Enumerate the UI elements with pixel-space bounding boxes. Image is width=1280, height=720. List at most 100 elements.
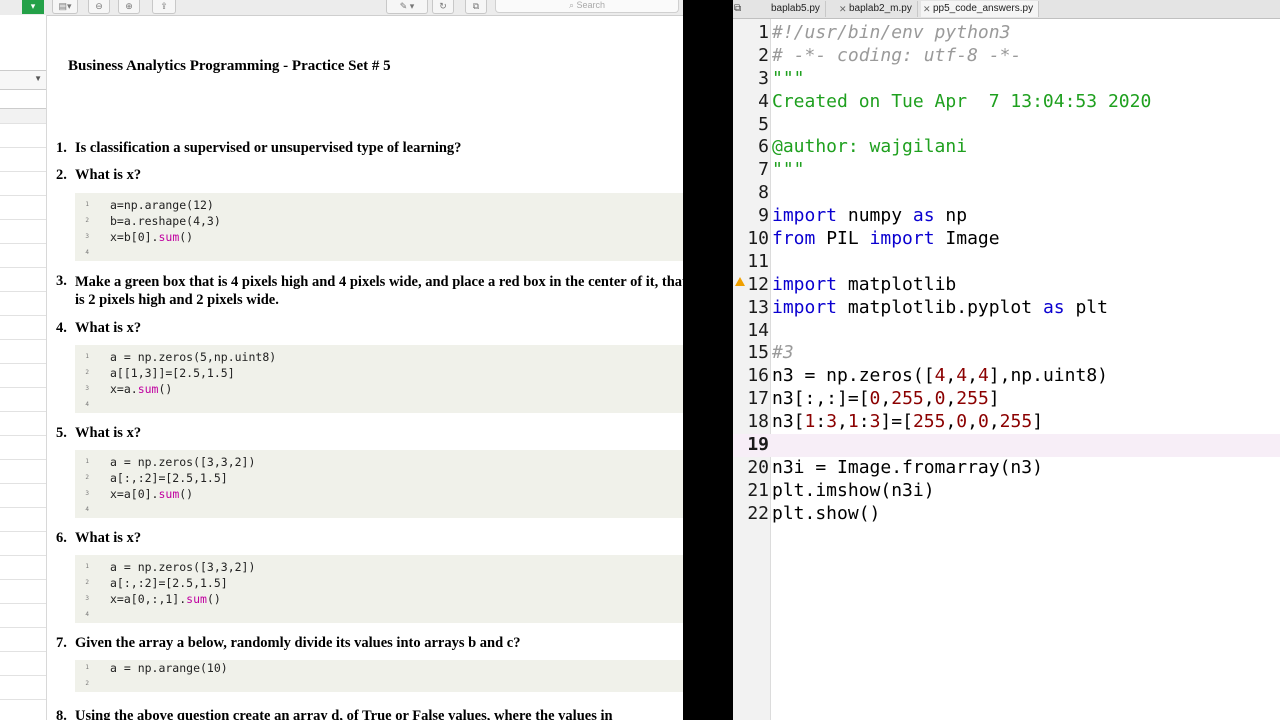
line-number: 2 [85,579,89,586]
toolbox-button[interactable]: ⧉ [465,0,487,14]
tab-list-icon[interactable]: ⧉ [734,2,748,15]
code-block-q7: 1 a = np.arange(10) 2 [75,660,683,692]
code-line: 4 [75,607,683,623]
code-text: #3 [772,342,794,364]
editor-line[interactable]: 9 import numpy as np [733,205,1280,228]
code-line: 3 x=a[0].sum() [75,486,683,502]
editor-line[interactable]: 2 # -*- coding: utf-8 -*- [733,45,1280,68]
close-icon[interactable]: ✕ [923,1,931,17]
editor-line[interactable]: 12 import matplotlib [733,274,1280,297]
code-line: 2 b=a.reshape(4,3) [75,213,683,229]
line-number: 3 [85,490,89,497]
code-text: @author: wajgilani [772,136,968,158]
code-text: """ [772,159,805,181]
line-number: 12 [747,273,769,295]
line-number: 13 [747,296,769,318]
editor-line[interactable]: 22 plt.show() [733,503,1280,526]
green-toolbar-button[interactable]: ▾ [22,0,44,14]
close-icon[interactable]: ✕ [839,1,847,17]
line-number: 4 [85,611,89,618]
question-6: 6. What is x? [56,530,141,547]
code-block-q2: 1 a=np.arange(12) 2 b=a.reshape(4,3) 3 x=b[… [75,193,683,261]
editor-line[interactable]: 17 n3[:,:]=[0,255,0,255] [733,388,1280,411]
editor-line[interactable]: 4 Created on Tue Apr 7 13:04:53 2020 [733,91,1280,114]
sidebar-header-row [0,108,46,124]
code-line: 4 [75,397,683,413]
code-text: a = np.zeros([3,3,2]) [110,560,256,574]
code-text: a = np.zeros([3,3,2]) [110,455,256,469]
editor-line[interactable]: 14 [733,320,1280,343]
editor-line[interactable]: 18 n3[1:3,1:3]=[255,0,0,255] [733,411,1280,434]
tab-baplab5[interactable]: baplab5.py [759,1,826,17]
code-text: a = np.arange(10) [110,661,228,675]
zoom-in-button[interactable]: ⊕ [118,0,140,14]
line-number: 1 [85,458,89,465]
rotate-button[interactable]: ↻ [432,0,454,14]
code-line: 2 a[:,:2]=[2.5,1.5] [75,470,683,486]
question-8: 8. Using the above question create an arr… [56,708,613,720]
page-title: Business Analytics Programming - Practic… [68,58,391,74]
editor-line[interactable]: 7 """ [733,159,1280,182]
sidebar-toggle-button[interactable]: ▤▾ [52,0,78,14]
question-5: 5. What is x? [56,425,141,442]
code-block-q5: 1 a = np.zeros([3,3,2]) 2 a[:,:2]=[2.5,1.5… [75,450,683,518]
editor-line[interactable]: 11 [733,251,1280,274]
markup-button[interactable]: ✎ ▾ [386,0,428,14]
sidebar-grid [0,123,46,720]
thumbnail-sidebar: ▼ [0,15,47,720]
tab-label: baplab5.py [771,3,820,14]
editor-line[interactable]: 1 #!/usr/bin/env python3 [733,22,1280,45]
sidebar-dropdown[interactable]: ▼ [0,70,46,90]
tab-baplab2-m[interactable]: ✕ baplab2_m.py [837,1,918,17]
line-number: 2 [758,44,769,66]
window-gap [683,0,733,720]
code-text: x=a[0,:,1].sum() [110,592,221,606]
editor-line[interactable]: 6 @author: wajgilani [733,136,1280,159]
code-text: """ [772,67,805,89]
editor-line[interactable]: 13 import matplotlib.pyplot as plt [733,297,1280,320]
editor-line[interactable]: 20 n3i = Image.fromarray(n3) [733,457,1280,480]
question-number: 4. [56,320,67,336]
line-number: 2 [85,680,89,687]
editor-line[interactable]: 10 from PIL import Image [733,228,1280,251]
editor-line[interactable]: 21 plt.imshow(n3i) [733,480,1280,503]
document-viewer: ▾ ▤▾ ⊖ ⊕ ⇪ ✎ ▾ ↻ ⧉ ⌕ Search ▼ Business A… [0,0,683,720]
line-number: 11 [747,250,769,272]
line-number: 1 [758,22,769,43]
editor-line[interactable]: 3 """ [733,68,1280,91]
code-text: a = np.zeros(5,np.uint8) [110,350,277,364]
line-number: 14 [747,319,769,341]
code-block-q6: 1 a = np.zeros([3,3,2]) 2 a[:,:2]=[2.5,1.5… [75,555,683,623]
chevron-down-icon: ▼ [34,74,42,83]
question-number: 7. [56,635,67,651]
editor-line[interactable]: 19 [733,434,1280,457]
question-number: 1. [56,140,67,156]
code-text: a[:,:2]=[2.5,1.5] [110,576,228,590]
viewer-toolbar: ▾ ▤▾ ⊖ ⊕ ⇪ ✎ ▾ ↻ ⧉ ⌕ Search [0,0,683,16]
search-placeholder: Search [576,0,606,10]
editor-line[interactable]: 15 #3 [733,342,1280,365]
editor-line[interactable]: 16 n3 = np.zeros([4,4,4],np.uint8) [733,365,1280,388]
code-line: 3 x=b[0].sum() [75,229,683,245]
code-line: 2 a[:,:2]=[2.5,1.5] [75,575,683,591]
editor-line[interactable]: 8 [733,182,1280,205]
line-number: 2 [85,217,89,224]
tab-pp5-code-answers[interactable]: ✕ pp5_code_answers.py [921,1,1040,17]
line-number: 4 [85,401,89,408]
line-number: 19 [747,434,769,456]
search-input[interactable]: ⌕ Search [495,0,679,13]
editor-line[interactable]: 5 [733,114,1280,137]
line-number: 15 [747,342,769,364]
share-button[interactable]: ⇪ [152,0,176,14]
line-number: 7 [758,159,769,181]
question-text: What is x? [75,167,142,183]
question-4: 4. What is x? [56,320,141,337]
line-number: 3 [85,385,89,392]
line-number: 17 [747,388,769,410]
zoom-out-button[interactable]: ⊖ [88,0,110,14]
code-text: plt.show() [772,502,881,524]
code-area[interactable]: 1 #!/usr/bin/env python3 2 # -*- coding: ut… [733,22,1280,526]
code-text: import matplotlib.pyplot as plt [772,296,1108,318]
code-text: b=a.reshape(4,3) [110,214,221,228]
line-number: 1 [85,353,89,360]
